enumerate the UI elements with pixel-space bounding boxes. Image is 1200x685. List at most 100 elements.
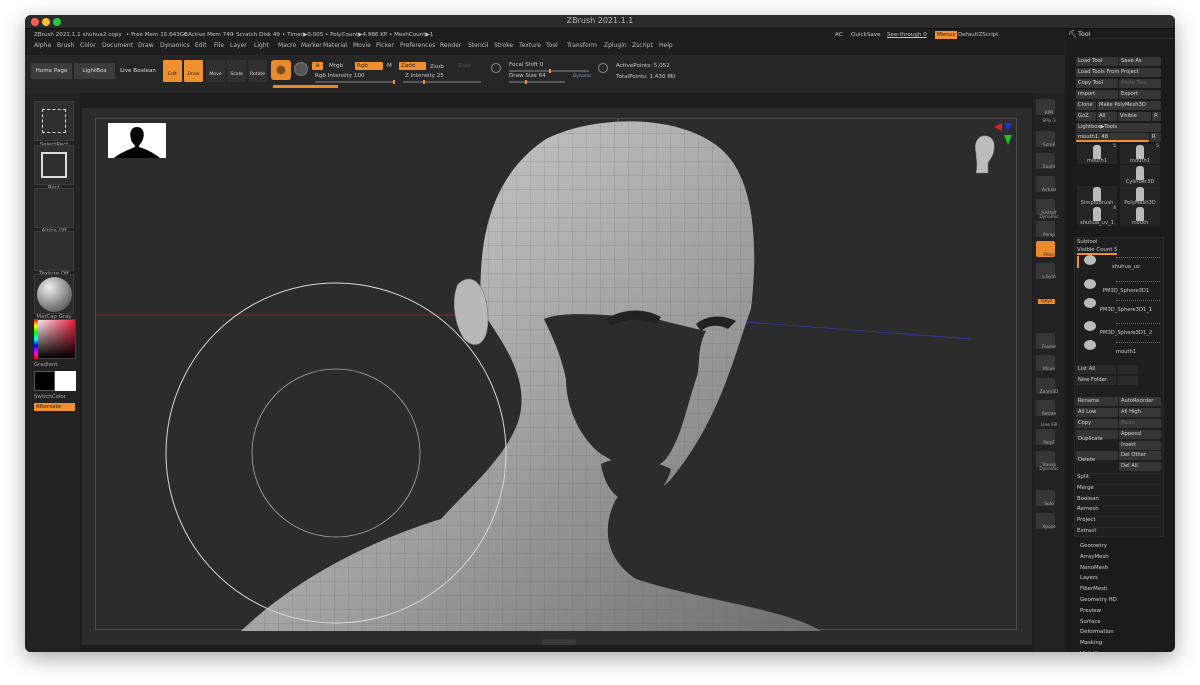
menu-tool[interactable]: Tool xyxy=(546,42,558,49)
draw-mode-button[interactable]: Draw xyxy=(184,60,203,82)
menu-alpha[interactable]: Alpha xyxy=(34,42,51,49)
m-button[interactable]: M xyxy=(387,63,392,69)
make-polymesh-button[interactable]: Make PolyMesh3D xyxy=(1097,101,1161,110)
menu-layer[interactable]: Layer xyxy=(230,42,247,49)
goz-visible-button[interactable]: Visible xyxy=(1118,112,1151,121)
subpalette-fibermesh[interactable]: FiberMesh xyxy=(1080,586,1107,592)
menu-stroke[interactable]: Stroke xyxy=(494,42,513,49)
list-all-button[interactable]: List All xyxy=(1076,365,1116,374)
all-high-button[interactable]: All High xyxy=(1119,408,1161,417)
menu-render[interactable]: Render xyxy=(440,42,461,49)
tool-thumbnail[interactable]: mouth xyxy=(1120,206,1160,226)
zsub-button[interactable]: Zsub xyxy=(430,64,444,70)
clone-button[interactable]: Clone xyxy=(1076,101,1096,110)
subpalette-layers[interactable]: Layers xyxy=(1080,575,1098,581)
subtool-toggles[interactable] xyxy=(1116,281,1160,284)
home-page-button[interactable]: Home Page xyxy=(31,63,72,79)
subpalette-preview[interactable]: Preview xyxy=(1080,608,1101,614)
goz-r-button[interactable]: R xyxy=(1152,112,1161,121)
load-from-project-button[interactable]: Load Tools From Project xyxy=(1076,68,1161,77)
duplicate-button[interactable]: Duplicate xyxy=(1076,430,1118,442)
hue-strip[interactable] xyxy=(34,319,38,359)
import-button[interactable]: Import xyxy=(1076,90,1118,99)
z-intensity-slider[interactable] xyxy=(403,80,481,84)
paste-button[interactable]: Paste xyxy=(1119,419,1161,428)
menu-brush[interactable]: Brush xyxy=(57,42,74,49)
menu-zplugin[interactable]: Zplugin xyxy=(604,42,627,49)
subpalette-arraymesh[interactable]: ArrayMesh xyxy=(1080,554,1109,560)
subpalette-deformation[interactable]: Deformation xyxy=(1080,629,1114,635)
insert-button[interactable]: Insert xyxy=(1119,441,1161,450)
menu-marker[interactable]: Marker xyxy=(301,42,322,49)
edit-mode-button[interactable]: Edit xyxy=(163,60,182,82)
dynamic-toggle[interactable]: Dynamic xyxy=(573,73,591,78)
subtool-row[interactable]: shuhua_uv xyxy=(1076,253,1162,271)
xyz-button[interactable]: Qxyz xyxy=(1038,299,1055,304)
default-zscript[interactable]: DefaultZScript xyxy=(958,32,999,38)
current-tool-slider[interactable]: mouth1. 48 xyxy=(1076,133,1149,142)
subtool-header[interactable]: Subtool xyxy=(1077,239,1097,245)
see-through-slider[interactable]: See-through 0 xyxy=(887,32,927,38)
copy-button[interactable]: Copy xyxy=(1076,419,1118,428)
subpalette-surface[interactable]: Surface xyxy=(1080,619,1101,625)
lightbox-button[interactable]: LightBox xyxy=(74,63,115,79)
live-boolean-button[interactable]: Live Boolean xyxy=(118,63,158,79)
subtool-toggles[interactable] xyxy=(1116,300,1160,303)
subtool-toggles[interactable] xyxy=(1116,257,1160,260)
color-picker[interactable] xyxy=(34,319,76,359)
subtool-toggles[interactable] xyxy=(1116,342,1160,345)
menu-material[interactable]: Material xyxy=(323,42,347,49)
material-swatch-icon[interactable] xyxy=(271,60,291,80)
main-color-swatch[interactable] xyxy=(34,371,55,391)
rotate-mode-button[interactable]: Rotate xyxy=(248,60,267,82)
scale-mode-button[interactable]: Scale xyxy=(227,60,246,82)
ac-label[interactable]: AC xyxy=(835,32,843,38)
all-low-button[interactable]: All Low xyxy=(1076,408,1118,417)
tool-header[interactable]: ⛏ Tool xyxy=(1066,29,1175,39)
tool-thumbnail[interactable]: Cylinder3D xyxy=(1120,165,1160,185)
menu-transform[interactable]: Transform xyxy=(567,42,597,49)
copy-tool-button[interactable]: Copy Tool xyxy=(1076,79,1118,88)
move-mode-button[interactable]: Move xyxy=(206,60,225,82)
menu-document[interactable]: Document xyxy=(102,42,133,49)
goz-button[interactable]: GoZ xyxy=(1076,112,1096,121)
menu-color[interactable]: Color xyxy=(80,42,96,49)
draw-size-slider[interactable] xyxy=(509,80,565,84)
axis-gizmo-icon[interactable] xyxy=(992,121,1016,147)
tool-r-button[interactable]: R xyxy=(1150,133,1161,142)
subtool-subpalette-project[interactable]: Project xyxy=(1077,516,1162,523)
subtool-row[interactable]: PM3D_Sphere3D1_2 xyxy=(1076,319,1162,337)
lightbox-tools-button[interactable]: Lightbox▶Tools xyxy=(1076,123,1161,132)
subtool-row[interactable]: PM3D_Sphere3D1_1 xyxy=(1076,296,1162,314)
spix-slider[interactable]: SPix 3 xyxy=(1033,119,1065,124)
a-button[interactable]: A xyxy=(312,62,323,70)
menu-texture[interactable]: Texture xyxy=(519,42,541,49)
tool-thumbnail[interactable]: 4 shuhua_uv_1 xyxy=(1077,206,1117,226)
menu-dynamics[interactable]: Dynamics xyxy=(160,42,190,49)
dynamic2-button[interactable]: Dynamic xyxy=(1033,467,1065,472)
rgb-button[interactable]: Rgb xyxy=(355,62,383,70)
subtool-subpalette-merge[interactable]: Merge xyxy=(1077,483,1162,491)
zadd-button[interactable]: Zadd xyxy=(399,62,426,70)
texture-selector[interactable] xyxy=(34,231,74,271)
subtool-toggles[interactable] xyxy=(1116,323,1160,326)
line-fill-label[interactable]: Line Fill xyxy=(1033,423,1065,428)
subpalette-geometry[interactable]: Geometry xyxy=(1080,543,1107,549)
new-folder-button[interactable]: New Folder xyxy=(1076,376,1116,385)
subpalette-geometry-hd[interactable]: Geometry HD xyxy=(1080,597,1117,603)
subpalette-visibility[interactable]: Visibility xyxy=(1080,651,1103,652)
bottom-tray-handle[interactable] xyxy=(542,639,576,645)
rename-button[interactable]: Rename xyxy=(1076,397,1118,406)
subpalette-nanomesh[interactable]: NanoMesh xyxy=(1080,565,1108,571)
rect-stroke[interactable] xyxy=(34,145,74,185)
load-tool-button[interactable]: Load Tool xyxy=(1076,57,1118,66)
paste-tool-button[interactable]: Paste Tool xyxy=(1119,79,1161,88)
del-other-button[interactable]: Del Other xyxy=(1119,451,1161,460)
subtool-subpalette-boolean[interactable]: Boolean xyxy=(1077,494,1162,502)
menu-macro[interactable]: Macro xyxy=(278,42,296,49)
subtool-row[interactable]: PM3D_Sphere3D1 xyxy=(1076,277,1162,295)
quicksave-button[interactable]: QuickSave xyxy=(851,32,881,38)
subtool-subpalette-remesh[interactable]: Remesh xyxy=(1077,505,1162,512)
del-all-button[interactable]: Del All xyxy=(1119,462,1161,471)
alternate-button[interactable]: Alternate xyxy=(34,403,75,411)
